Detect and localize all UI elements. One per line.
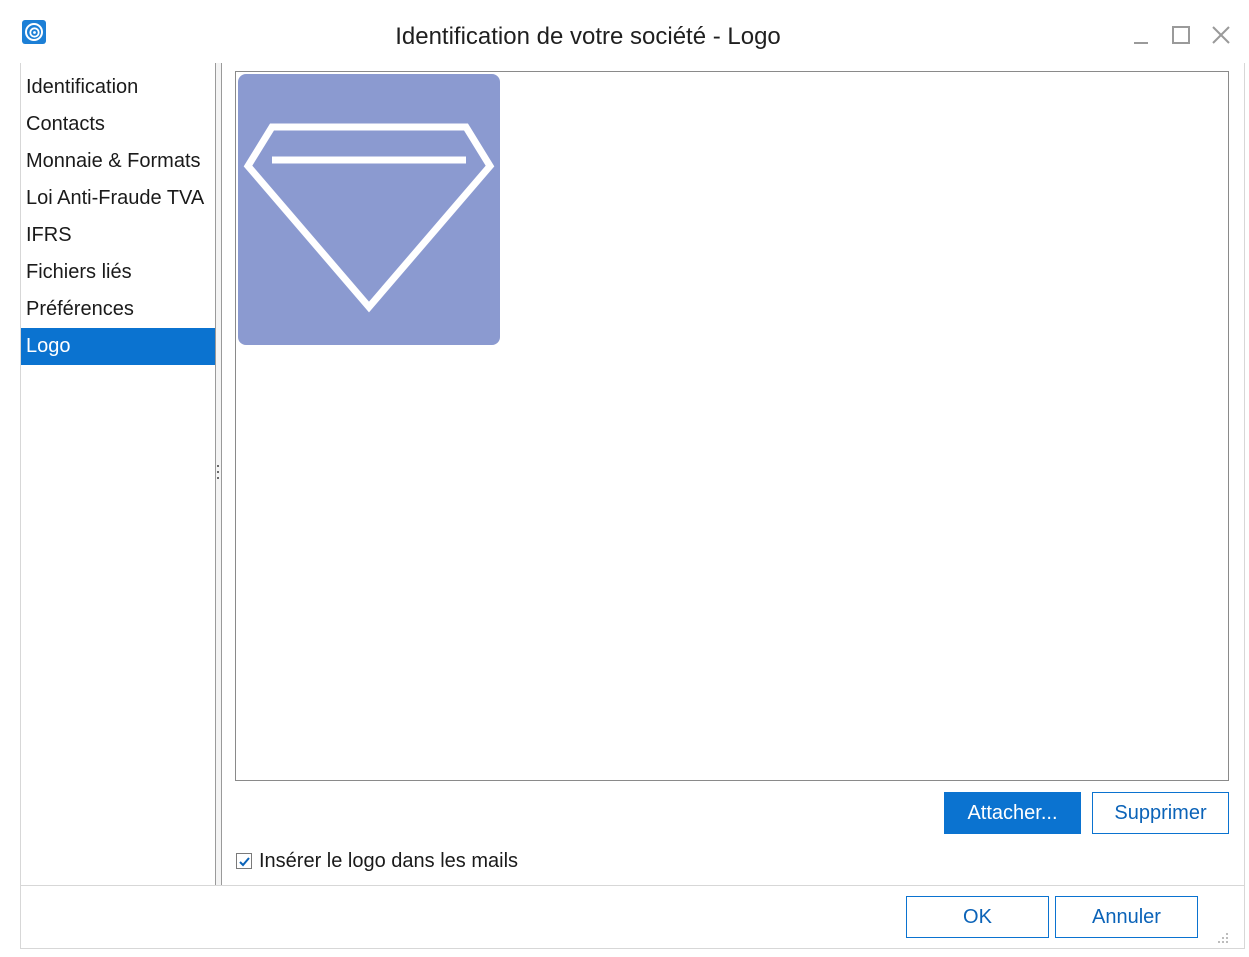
settings-sidebar: Identification Contacts Monnaie & Format… xyxy=(21,63,216,885)
panel-splitter[interactable] xyxy=(215,63,222,885)
minimize-icon[interactable] xyxy=(1129,23,1153,47)
title-bar[interactable]: Identification de votre société - Logo xyxy=(8,6,1247,64)
maximize-icon[interactable] xyxy=(1169,23,1193,47)
diamond-logo-icon xyxy=(238,74,500,345)
insert-logo-checkbox[interactable] xyxy=(236,853,252,869)
footer-separator xyxy=(21,885,1245,886)
sidebar-item-logo[interactable]: Logo xyxy=(21,328,216,365)
cancel-button[interactable]: Annuler xyxy=(1055,896,1198,938)
close-icon[interactable] xyxy=(1209,23,1233,47)
resize-grip-icon[interactable] xyxy=(1216,931,1230,945)
sidebar-item-monnaie-formats[interactable]: Monnaie & Formats xyxy=(21,143,216,180)
checkmark-icon xyxy=(238,856,250,866)
sidebar-item-ifrs[interactable]: IFRS xyxy=(21,217,216,254)
logo-preview-frame xyxy=(235,71,1229,781)
window-title: Identification de votre société - Logo xyxy=(395,23,781,50)
ok-button[interactable]: OK xyxy=(906,896,1049,938)
dialog-window: Identification de votre société - Logo I… xyxy=(8,6,1247,954)
sidebar-item-identification[interactable]: Identification xyxy=(21,69,216,106)
insert-logo-option[interactable]: Insérer le logo dans les mails xyxy=(236,850,518,872)
splitter-grip-icon xyxy=(217,461,220,487)
insert-logo-label: Insérer le logo dans les mails xyxy=(259,849,519,872)
sidebar-item-contacts[interactable]: Contacts xyxy=(21,106,216,143)
sidebar-item-fichiers-lies[interactable]: Fichiers liés xyxy=(21,254,216,291)
window-controls xyxy=(1129,22,1233,48)
sidebar-item-preferences[interactable]: Préférences xyxy=(21,291,216,328)
delete-button[interactable]: Supprimer xyxy=(1092,792,1229,834)
sidebar-item-loi-anti-fraude-tva[interactable]: Loi Anti-Fraude TVA xyxy=(21,180,216,217)
attach-button[interactable]: Attacher... xyxy=(944,792,1081,834)
